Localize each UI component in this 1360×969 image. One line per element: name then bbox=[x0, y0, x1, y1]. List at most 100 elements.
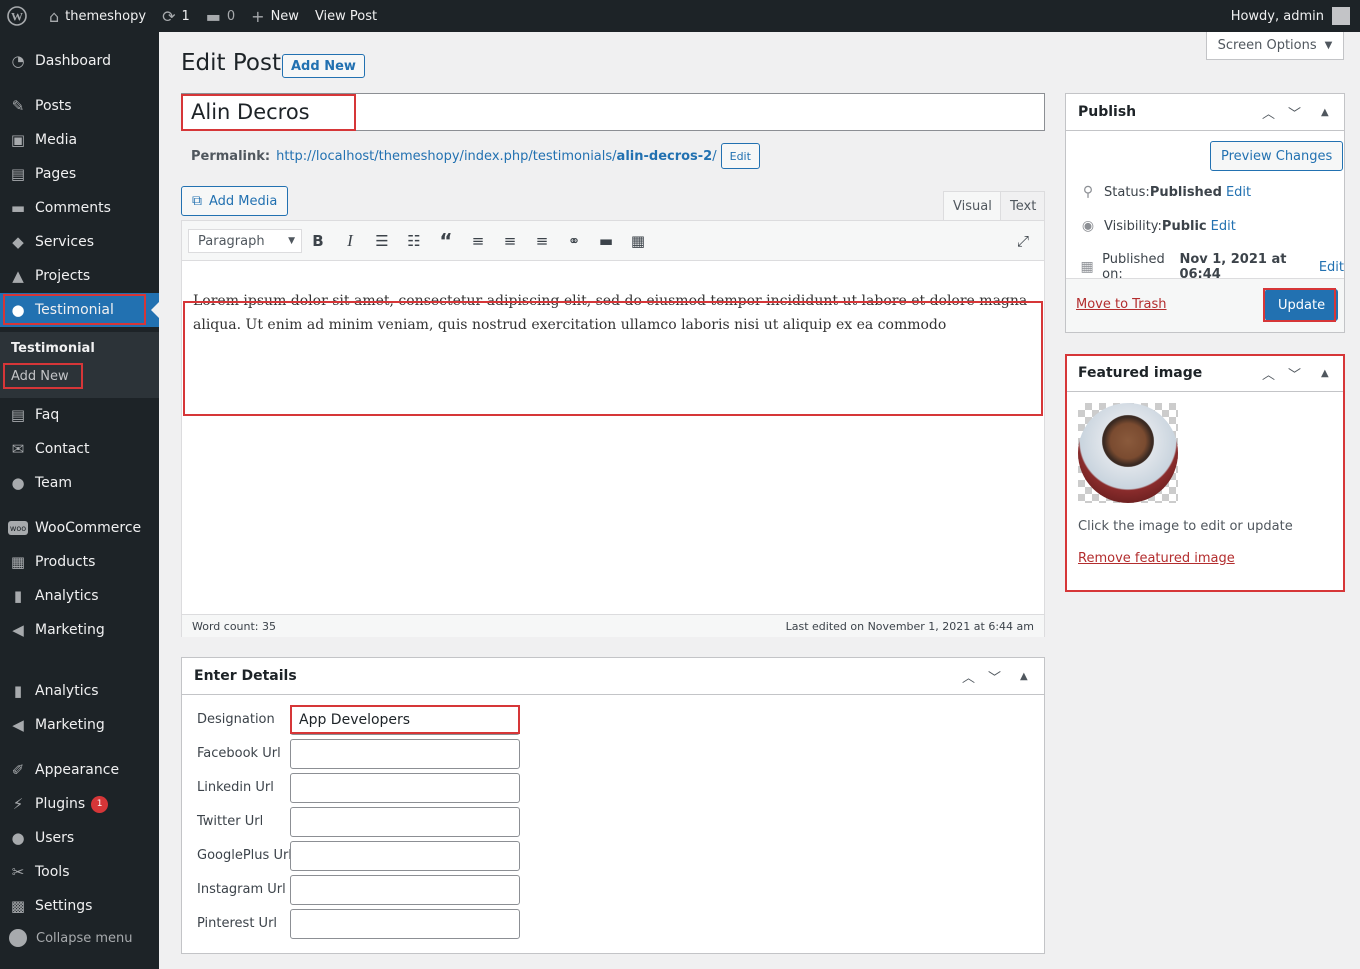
bold-icon[interactable]: B bbox=[306, 229, 330, 253]
plug-icon: ⚡ bbox=[12, 795, 24, 813]
highlight-box bbox=[1065, 354, 1345, 592]
visibility-row: ◉ Visibility: Public Edit bbox=[1081, 218, 1236, 234]
edit-visibility-link[interactable]: Edit bbox=[1211, 219, 1236, 234]
sidebar-item-comments[interactable]: ▬ Comments bbox=[0, 191, 159, 225]
user-icon: ● bbox=[11, 829, 25, 847]
highlight-box bbox=[181, 94, 356, 131]
collapse-menu-button[interactable]: Collapse menu bbox=[0, 928, 159, 948]
numbered-list-icon[interactable]: ☷ bbox=[402, 229, 426, 253]
sidebar-item-marketing[interactable]: ◀ Marketing bbox=[0, 613, 159, 647]
megaphone-icon: ◀ bbox=[12, 621, 24, 639]
sidebar-item-services[interactable]: ◆ Services bbox=[0, 225, 159, 259]
sidebar-item-contact[interactable]: ✉ Contact bbox=[0, 432, 159, 466]
page-title: Edit Post bbox=[181, 50, 281, 76]
view-post-link[interactable]: View Post bbox=[307, 0, 385, 32]
screen-options-button[interactable]: Screen Options ▼ bbox=[1206, 32, 1344, 60]
sidebar-item-marketing-2[interactable]: ◀ Marketing bbox=[0, 708, 159, 742]
add-new-button[interactable]: Add New bbox=[282, 54, 365, 78]
align-left-icon[interactable]: ≡ bbox=[466, 229, 490, 253]
highlight-box bbox=[183, 301, 1043, 416]
edit-status-link[interactable]: Edit bbox=[1226, 185, 1251, 200]
calendar-icon: ▦ bbox=[1080, 259, 1094, 275]
toggle-panel-icon[interactable]: ▲ bbox=[1321, 94, 1329, 131]
linkedin-url-field[interactable] bbox=[290, 773, 520, 803]
publish-box: Publish ︿ ﹀ ▲ Preview Changes ⚲ Status: P… bbox=[1065, 93, 1345, 333]
post-editor: Paragraph ▼ B I ☰ ☷ “ ≡ ≡ ≡ ⚭ ▬ ▦ ⤢ Lorem… bbox=[181, 220, 1045, 637]
format-select[interactable]: Paragraph ▼ bbox=[188, 229, 302, 253]
instagram-url-field[interactable] bbox=[290, 875, 520, 905]
wordpress-logo-icon[interactable]: W bbox=[0, 0, 35, 32]
facebook-url-field[interactable] bbox=[290, 739, 520, 769]
submenu-item-testimonial[interactable]: Testimonial bbox=[11, 341, 95, 356]
sidebar-item-tools[interactable]: ✂ Tools bbox=[0, 855, 159, 889]
link-icon[interactable]: ⚭ bbox=[562, 229, 586, 253]
sidebar-item-products[interactable]: ▦ Products bbox=[0, 545, 159, 579]
tab-text[interactable]: Text bbox=[1000, 191, 1045, 220]
bullet-list-icon[interactable]: ☰ bbox=[370, 229, 394, 253]
tab-visual[interactable]: Visual bbox=[943, 191, 1002, 220]
last-edited: Last edited on November 1, 2021 at 6:44 … bbox=[785, 619, 1034, 633]
sidebar-item-users[interactable]: ● Users bbox=[0, 821, 159, 855]
move-down-icon[interactable]: ﹀ bbox=[1288, 94, 1301, 131]
blockquote-icon[interactable]: “ bbox=[434, 229, 458, 253]
move-to-trash-link[interactable]: Move to Trash bbox=[1076, 297, 1167, 312]
new-content-link[interactable]: + New bbox=[243, 0, 307, 32]
toggle-panel-icon[interactable]: ▲ bbox=[1020, 658, 1028, 695]
permalink: Permalink: http://localhost/themeshopy/i… bbox=[191, 143, 760, 169]
sidebar-item-settings[interactable]: ▩ Settings bbox=[0, 889, 159, 923]
add-media-button[interactable]: ⧉ Add Media bbox=[181, 186, 289, 216]
megaphone-icon: ◀ bbox=[12, 716, 24, 734]
account-menu[interactable]: Howdy, admin bbox=[1231, 7, 1360, 25]
sidebar-item-woocommerce[interactable]: woo WooCommerce bbox=[0, 511, 159, 545]
align-center-icon[interactable]: ≡ bbox=[498, 229, 522, 253]
preview-changes-button[interactable]: Preview Changes bbox=[1210, 141, 1344, 171]
sidebar-item-dashboard[interactable]: ◔ Dashboard bbox=[0, 44, 159, 78]
sidebar-item-posts[interactable]: ✎ Posts bbox=[0, 89, 159, 123]
sidebar-item-projects[interactable]: ▲ Projects bbox=[0, 259, 159, 293]
updates-link[interactable]: ⟳ 1 bbox=[154, 0, 198, 32]
sidebar-item-faq[interactable]: ▤ Faq bbox=[0, 398, 159, 432]
home-icon: ⌂ bbox=[49, 6, 60, 26]
svg-text:W: W bbox=[11, 10, 23, 24]
field-label: Pinterest Url bbox=[197, 916, 278, 931]
comments-link[interactable]: ▬ 0 bbox=[198, 0, 243, 32]
permalink-edit-button[interactable]: Edit bbox=[720, 143, 760, 169]
field-label: Designation bbox=[197, 712, 275, 727]
field-label: GooglePlus Url bbox=[197, 848, 292, 863]
fullscreen-icon[interactable]: ⤢ bbox=[1011, 229, 1035, 253]
italic-icon[interactable]: I bbox=[338, 229, 362, 253]
toolbar-toggle-icon[interactable]: ▦ bbox=[626, 229, 650, 253]
admin-sidebar: ◔ Dashboard ✎ Posts ▣ Media ▤ Pages ▬ Comment… bbox=[0, 32, 159, 969]
sidebar-item-appearance[interactable]: ✐ Appearance bbox=[0, 753, 159, 787]
editor-status-bar: Word count: 35 Last edited on November 1… bbox=[182, 614, 1044, 637]
sidebar-item-plugins[interactable]: ⚡ Plugins 1 bbox=[0, 787, 159, 821]
move-up-icon[interactable]: ︿ bbox=[962, 658, 975, 695]
permalink-link[interactable]: http://localhost/themeshopy/index.php/te… bbox=[276, 149, 717, 164]
publish-actions: Move to Trash Update bbox=[1066, 278, 1344, 332]
googleplus-url-field[interactable] bbox=[290, 841, 520, 871]
media-icon: ▣ bbox=[10, 131, 26, 149]
sidebar-item-team[interactable]: ● Team bbox=[0, 466, 159, 500]
twitter-url-field[interactable] bbox=[290, 807, 520, 837]
site-name-link[interactable]: ⌂ themeshopy bbox=[35, 0, 154, 32]
mail-icon: ✉ bbox=[11, 440, 25, 458]
align-right-icon[interactable]: ≡ bbox=[530, 229, 554, 253]
comment-icon: ▬ bbox=[10, 199, 26, 217]
word-count: Word count: 35 bbox=[192, 619, 277, 633]
enter-details-box: Enter Details ︿ ﹀ ▲ Designation App Deve… bbox=[181, 657, 1045, 954]
sidebar-item-pages[interactable]: ▤ Pages bbox=[0, 157, 159, 191]
pin-icon: ✎ bbox=[11, 97, 25, 115]
pinterest-url-field[interactable] bbox=[290, 909, 520, 939]
document-icon: ▤ bbox=[10, 406, 26, 424]
settings-icon: ▩ bbox=[10, 897, 26, 915]
move-down-icon[interactable]: ﹀ bbox=[988, 658, 1001, 695]
sidebar-item-analytics[interactable]: ▮ Analytics bbox=[0, 579, 159, 613]
move-up-icon[interactable]: ︿ bbox=[1262, 94, 1275, 131]
read-more-icon[interactable]: ▬ bbox=[594, 229, 618, 253]
highlight-box bbox=[290, 705, 520, 734]
sidebar-item-media[interactable]: ▣ Media bbox=[0, 123, 159, 157]
bar-chart-icon: ▮ bbox=[13, 587, 23, 605]
sidebar-item-analytics-2[interactable]: ▮ Analytics bbox=[0, 674, 159, 708]
field-label: Twitter Url bbox=[197, 814, 264, 829]
edit-date-link[interactable]: Edit bbox=[1319, 260, 1344, 275]
